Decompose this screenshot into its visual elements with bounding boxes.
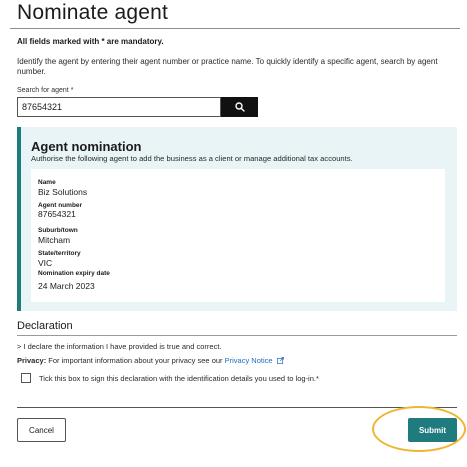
field-label-expiry: Nomination expiry date <box>38 270 110 277</box>
field-label-state: State/territory <box>38 250 81 257</box>
field-label-agent-number: Agent number <box>38 202 83 209</box>
external-link-icon <box>276 357 284 364</box>
field-value-agent-number: 87654321 <box>38 209 76 219</box>
agent-nomination-panel: Agent nomination Authorise the following… <box>17 127 457 311</box>
search-label: Search for agent * <box>17 87 74 94</box>
privacy-notice-link[interactable]: Privacy Notice <box>225 356 284 365</box>
declaration-divider <box>17 335 457 336</box>
page-title: Nominate agent <box>17 1 169 24</box>
panel-subtitle: Authorise the following agent to add the… <box>31 154 353 163</box>
search-button[interactable] <box>221 97 258 117</box>
title-divider <box>10 28 460 29</box>
declaration-checkbox[interactable] <box>21 373 31 383</box>
cancel-button[interactable]: Cancel <box>17 418 66 442</box>
privacy-label: Privacy: <box>17 356 47 365</box>
nominate-agent-page: Nominate agent All fields marked with * … <box>10 0 460 467</box>
submit-highlight-annotation <box>372 406 466 452</box>
search-icon <box>234 102 245 112</box>
privacy-line: Privacy: For important information about… <box>17 356 284 365</box>
agent-details-card: Name Biz Solutions Agent number 87654321… <box>31 169 445 302</box>
footer-divider <box>17 407 457 408</box>
declaration-statement[interactable]: > I declare the information I have provi… <box>17 342 222 351</box>
privacy-text: For important information about your pri… <box>48 356 223 365</box>
declaration-checkbox-label[interactable]: Tick this box to sign this declaration w… <box>39 374 319 383</box>
agent-search-input[interactable] <box>17 97 221 117</box>
field-value-suburb: Mitcham <box>38 235 71 245</box>
field-label-name: Name <box>38 179 56 186</box>
declaration-title: Declaration <box>17 320 73 332</box>
field-value-expiry: 24 March 2023 <box>38 281 95 291</box>
intro-text: Identify the agent by entering their age… <box>17 57 438 76</box>
field-value-name: Biz Solutions <box>38 187 88 197</box>
field-label-suburb: Suburb/town <box>38 227 78 234</box>
field-value-state: VIC <box>38 258 53 268</box>
privacy-notice-link-text: Privacy Notice <box>224 356 273 365</box>
mandatory-note: All fields marked with * are mandatory. <box>17 37 164 46</box>
panel-title: Agent nomination <box>31 139 142 154</box>
